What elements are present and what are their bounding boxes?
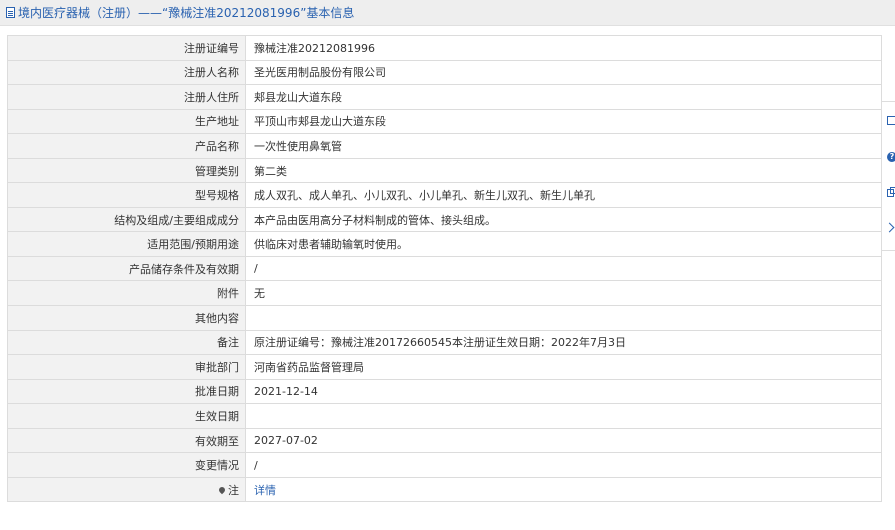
row-label: 其他内容 bbox=[7, 305, 246, 331]
row-value: 第二类 bbox=[245, 157, 882, 184]
note-label-cell: 注 bbox=[7, 476, 246, 503]
table-row: 批准日期 2021-12-14 bbox=[7, 378, 882, 405]
row-label: 审批部门 bbox=[7, 354, 246, 380]
table-row: 备注 原注册证编号：豫械注准20172660545本注册证生效日期：2022年7月… bbox=[7, 329, 882, 356]
table-row: 注册人住所 郏县龙山大道东段 bbox=[7, 84, 882, 110]
row-label: 管理类别 bbox=[7, 157, 246, 184]
document-icon bbox=[6, 7, 15, 18]
note-value-cell: 详情 bbox=[245, 476, 882, 503]
info-table: 注册证编号 豫械注准20212081996 注册人名称 圣光医用制品股份有限公司 注… bbox=[7, 35, 882, 503]
table-row: 适用范围/预期用途 供临床对患者辅助输氧时使用。 bbox=[7, 231, 882, 257]
row-value: 2027-07-02 bbox=[245, 427, 882, 454]
row-value: / bbox=[245, 255, 882, 282]
row-label: 产品储存条件及有效期 bbox=[7, 255, 246, 282]
row-value: 供临床对患者辅助输氧时使用。 bbox=[245, 231, 882, 257]
table-row: 结构及组成/主要组成成分 本产品由医用高分子材料制成的管体、接头组成。 bbox=[7, 206, 882, 233]
row-label: 适用范围/预期用途 bbox=[7, 231, 246, 257]
note-label: 注 bbox=[228, 483, 239, 497]
row-label: 注册人住所 bbox=[7, 84, 246, 110]
row-label: 批准日期 bbox=[7, 378, 246, 405]
row-value: 本产品由医用高分子材料制成的管体、接头组成。 bbox=[245, 206, 882, 233]
row-label: 变更情况 bbox=[7, 452, 246, 478]
table-row: 附件无 bbox=[7, 280, 882, 307]
row-label: 生效日期 bbox=[7, 403, 246, 429]
table-row: 型号规格 成人双孔、成人单孔、小儿双孔、小儿单孔、新生儿双孔、新生儿单孔 bbox=[7, 182, 882, 208]
row-label: 附件 bbox=[7, 280, 246, 307]
next-icon[interactable] bbox=[884, 222, 895, 233]
page-title: 境内医疗器械（注册）——“豫械注准20212081996”基本信息 bbox=[18, 6, 355, 20]
row-label: 生产地址 bbox=[7, 108, 246, 135]
table-row: 变更情况 / bbox=[7, 452, 882, 478]
table-row: 注册人名称 圣光医用制品股份有限公司 bbox=[7, 59, 882, 86]
table-row: 产品名称 一次性使用鼻氧管 bbox=[7, 133, 882, 159]
details-link[interactable]: 详情 bbox=[254, 484, 276, 497]
edit-icon[interactable] bbox=[887, 116, 895, 125]
row-label: 注册人名称 bbox=[7, 59, 246, 86]
row-value: 圣光医用制品股份有限公司 bbox=[245, 59, 882, 86]
table-row: 生效日期 bbox=[7, 403, 882, 429]
row-label: 型号规格 bbox=[7, 182, 246, 208]
row-label: 产品名称 bbox=[7, 133, 246, 159]
row-value: 郏县龙山大道东段 bbox=[245, 84, 882, 110]
row-value bbox=[245, 403, 882, 429]
table-row: 产品储存条件及有效期 / bbox=[7, 255, 882, 282]
row-label: 结构及组成/主要组成成分 bbox=[7, 206, 246, 233]
row-value: 原注册证编号：豫械注准20172660545本注册证生效日期：2022年7月3日 bbox=[245, 329, 882, 356]
row-value: 2021-12-14 bbox=[245, 378, 882, 405]
row-value: 平顶山市郏县龙山大道东段 bbox=[245, 108, 882, 135]
row-value: 豫械注准20212081996 bbox=[245, 35, 882, 61]
row-value: 河南省药品监督管理局 bbox=[245, 354, 882, 380]
table-row: 管理类别 第二类 bbox=[7, 157, 882, 184]
table-row: 审批部门 河南省药品监督管理局 bbox=[7, 354, 882, 380]
row-value: 无 bbox=[245, 280, 882, 307]
page-header: 境内医疗器械（注册）——“豫械注准20212081996”基本信息 bbox=[0, 0, 895, 26]
row-value bbox=[245, 305, 882, 331]
row-label: 有效期至 bbox=[7, 427, 246, 454]
table-row: 生产地址 平顶山市郏县龙山大道东段 bbox=[7, 108, 882, 135]
row-value: 成人双孔、成人单孔、小儿双孔、小儿单孔、新生儿双孔、新生儿单孔 bbox=[245, 182, 882, 208]
table-row: 其他内容 bbox=[7, 305, 882, 331]
row-value: / bbox=[245, 452, 882, 478]
table-row: 有效期至 2027-07-02 bbox=[7, 427, 882, 454]
table-row: 注册证编号 豫械注准20212081996 bbox=[7, 35, 882, 61]
row-label: 备注 bbox=[7, 329, 246, 356]
row-label: 注册证编号 bbox=[7, 35, 246, 61]
note-row: 注 详情 bbox=[7, 476, 882, 503]
pin-icon bbox=[217, 485, 227, 494]
help-icon[interactable]: ? bbox=[887, 152, 895, 162]
row-value: 一次性使用鼻氧管 bbox=[245, 133, 882, 159]
side-toolbar: ? bbox=[881, 101, 895, 251]
copy-icon[interactable] bbox=[887, 187, 895, 197]
